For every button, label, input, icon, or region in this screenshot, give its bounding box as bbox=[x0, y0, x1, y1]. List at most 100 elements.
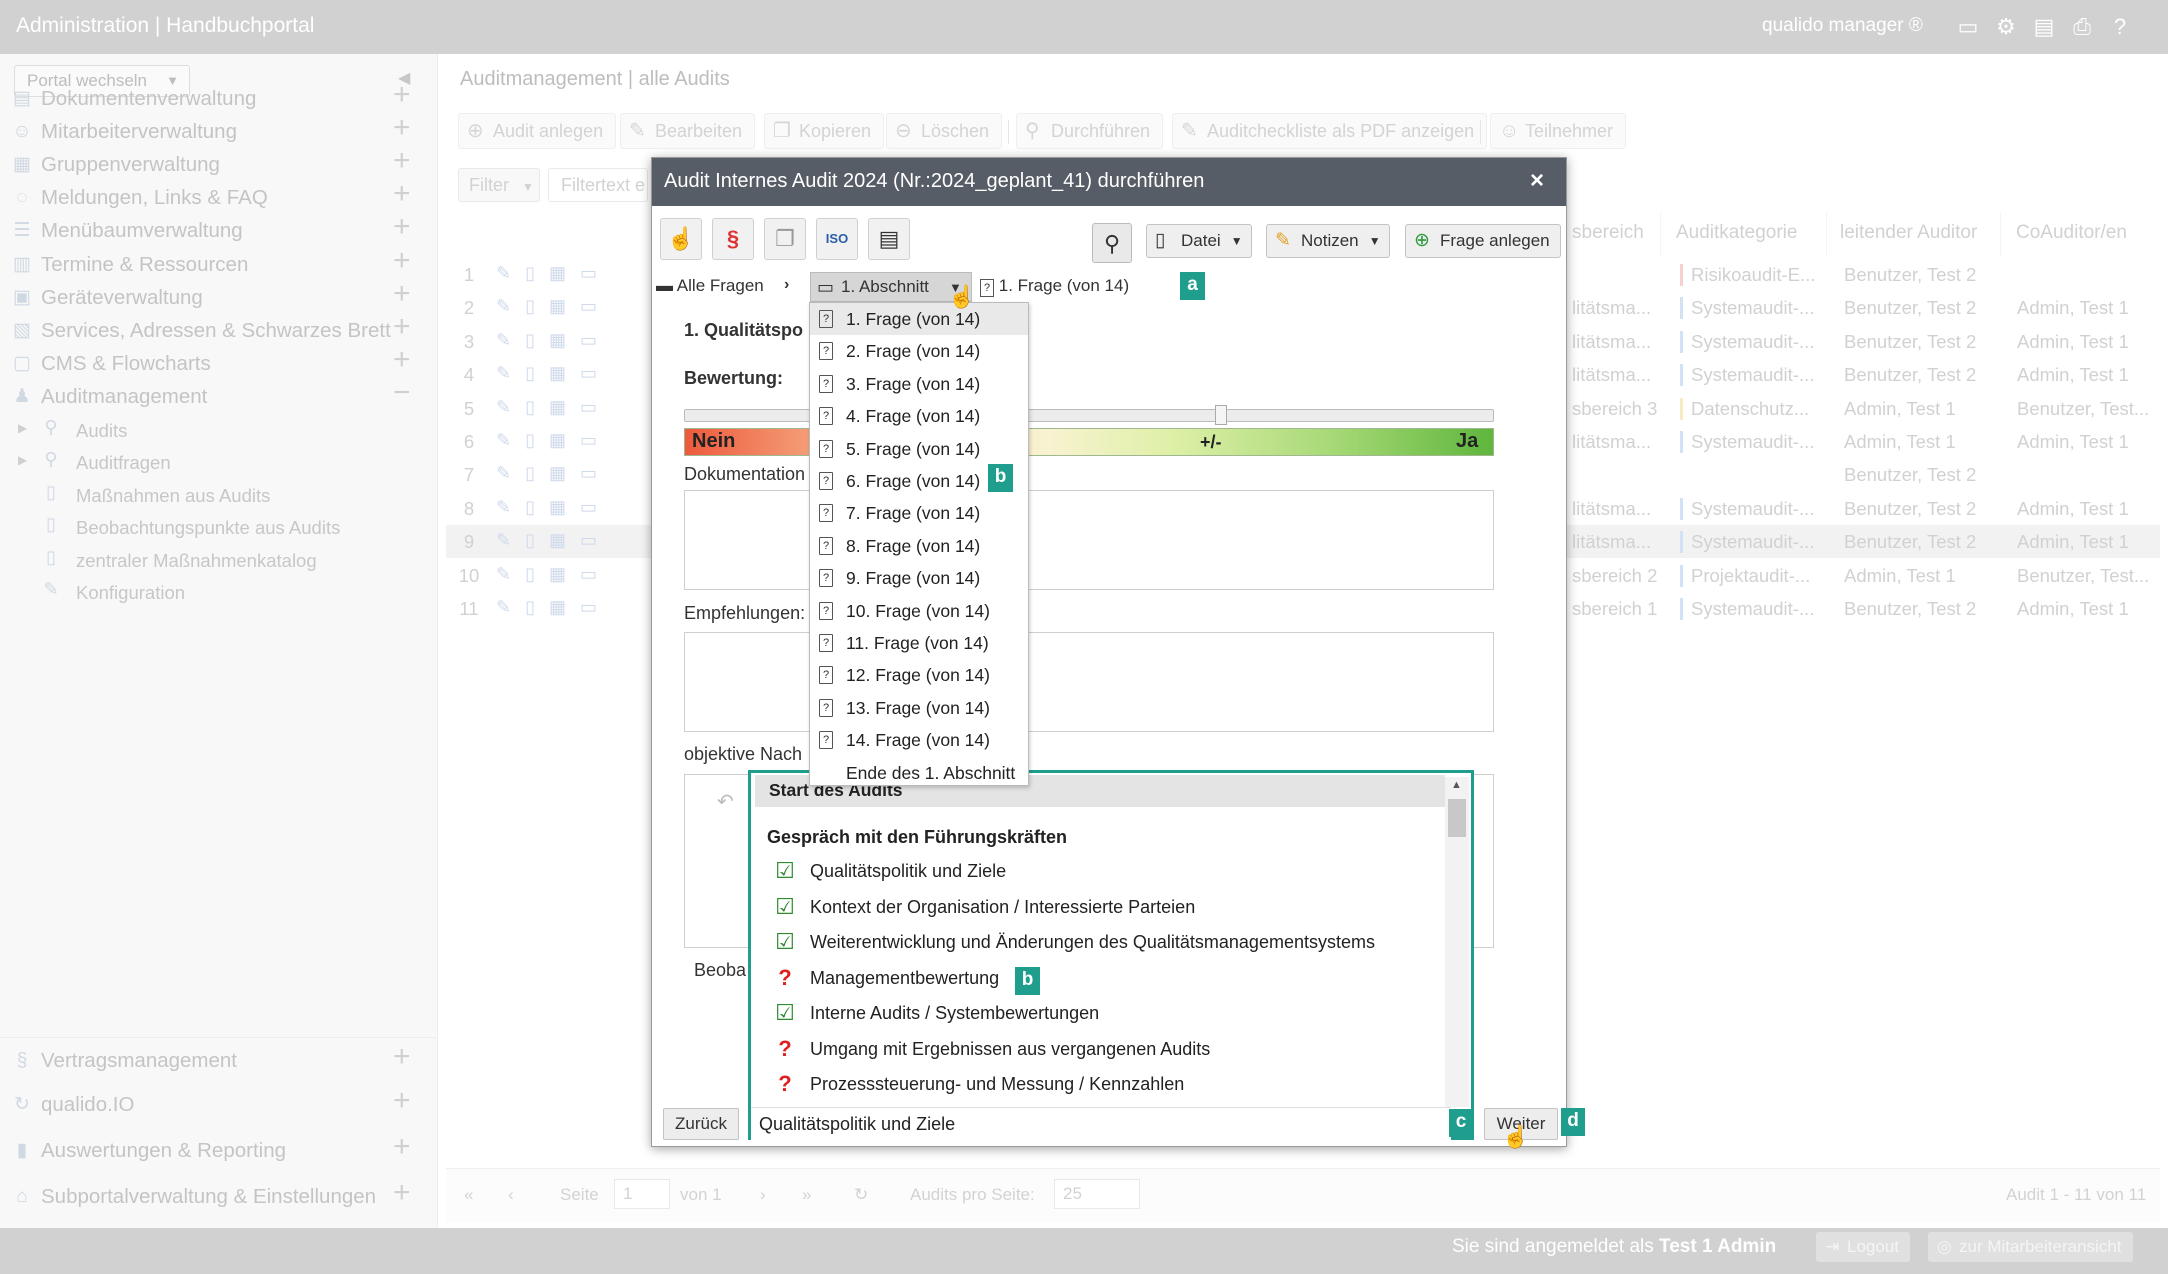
breadcrumb-current-question: ? 1. Frage (von 14) bbox=[980, 276, 1129, 297]
overview-item-label: Qualitätspolitik und Ziele bbox=[810, 861, 1007, 881]
back-button[interactable]: Zurück bbox=[663, 1108, 739, 1140]
rating-slider-handle[interactable] bbox=[1215, 405, 1227, 425]
notes-menu-button[interactable]: ✎ Notizen ▼ bbox=[1266, 224, 1390, 258]
question-doc-icon: ? bbox=[819, 472, 833, 490]
breadcrumb-all-label: Alle Fragen bbox=[676, 276, 764, 295]
chevron-down-icon: ▼ bbox=[1230, 234, 1243, 248]
file-icon: ▯ bbox=[1155, 230, 1166, 251]
question-mark-icon: ? bbox=[778, 1071, 792, 1096]
overview-item-label: Kontext der Organisation / Interessierte… bbox=[810, 896, 1196, 917]
dropdown-question-item[interactable]: ? 7. Frage (von 14) bbox=[810, 497, 1028, 529]
dropdown-question-item[interactable]: ? 2. Frage (von 14) bbox=[810, 335, 1028, 367]
annotation-badge-b: b bbox=[1015, 967, 1040, 995]
close-icon[interactable]: × bbox=[1530, 167, 1544, 195]
paragraph-icon[interactable]: § bbox=[712, 218, 754, 260]
question-doc-icon: ? bbox=[819, 601, 833, 620]
folder-open-icon: ▭ bbox=[817, 277, 835, 297]
scale-mid-label: +/- bbox=[1200, 432, 1222, 452]
overview-question-item[interactable]: ☑ Qualitätspolitik und Ziele bbox=[773, 857, 1433, 889]
mouse-cursor-icon: ☝ bbox=[948, 284, 976, 309]
file-menu-button[interactable]: ▯ Datei ▼ bbox=[1146, 224, 1252, 258]
annotation-badge-d: d bbox=[1561, 1108, 1585, 1136]
dropdown-item-label: 11. Frage (von 14) bbox=[846, 633, 989, 653]
dropdown-item-label: Ende des 1. Abschnitt bbox=[846, 762, 1016, 783]
documentation-field[interactable] bbox=[684, 490, 1494, 590]
dropdown-item-label: 13. Frage (von 14) bbox=[846, 697, 990, 718]
annotation-badge-c: c bbox=[1449, 1109, 1473, 1137]
question-doc-icon: ? bbox=[819, 731, 833, 750]
overview-item-label: Weiterentwicklung und Änderungen des Qua… bbox=[810, 932, 1375, 952]
overview-item-label: Prozesssteuerung- und Messung / Kennzahl… bbox=[810, 1074, 1185, 1094]
scroll-thumb[interactable] bbox=[1448, 799, 1466, 837]
dropdown-item-label: 5. Frage (von 14) bbox=[846, 438, 981, 459]
overview-question-item[interactable]: ? Managementbewertung bbox=[773, 964, 1433, 996]
overview-question-item[interactable]: ☑ Weiterentwicklung und Änderungen des Qu… bbox=[773, 928, 1433, 960]
scale-low-label: Nein bbox=[692, 430, 736, 452]
add-question-button[interactable]: ⊕ Frage anlegen bbox=[1405, 224, 1561, 258]
dropdown-item-label: 12. Frage (von 14) bbox=[846, 665, 990, 686]
dialog-header: Audit Internes Audit 2024 (Nr.:2024_gepl… bbox=[652, 158, 1566, 206]
dropdown-question-item[interactable]: ? 13. Frage (von 14) bbox=[810, 692, 1028, 724]
overview-item-label: Umgang mit Ergebnissen aus vergangenen A… bbox=[810, 1038, 1211, 1059]
overview-item-label: Managementbewertung bbox=[810, 967, 1000, 988]
checked-box-icon: ☑ bbox=[775, 929, 795, 954]
documentation-label: Dokumentation bbox=[684, 464, 806, 484]
question-mark-icon: ? bbox=[778, 964, 792, 990]
dropdown-question-item[interactable]: ? 14. Frage (von 14) bbox=[810, 724, 1028, 756]
dropdown-item-label: 3. Frage (von 14) bbox=[846, 373, 981, 394]
question-doc-icon: ? bbox=[819, 407, 833, 426]
clipboard-icon[interactable]: ❐ bbox=[764, 218, 806, 260]
dropdown-item-label: 7. Frage (von 14) bbox=[846, 503, 981, 524]
dropdown-question-item[interactable]: ? 10. Frage (von 14) bbox=[810, 595, 1028, 627]
search-icon[interactable]: ⚲ bbox=[1092, 223, 1132, 263]
undo-icon[interactable]: ↶ bbox=[717, 789, 734, 814]
dropdown-item-label: 2. Frage (von 14) bbox=[846, 341, 981, 362]
checked-box-icon: ☑ bbox=[775, 893, 795, 919]
dropdown-question-item[interactable]: ? 9. Frage (von 14) bbox=[810, 562, 1028, 594]
question-doc-icon: ? bbox=[819, 569, 833, 588]
dropdown-section-end-item[interactable]: Ende des 1. Abschnitt bbox=[810, 757, 1028, 789]
chevron-down-icon: ▼ bbox=[1368, 234, 1381, 248]
dropdown-item-label: 6. Frage (von 14) bbox=[846, 471, 981, 491]
breadcrumb-question-label: 1. Frage (von 14) bbox=[998, 276, 1130, 295]
dropdown-question-item[interactable]: ? 4. Frage (von 14) bbox=[810, 400, 1028, 432]
dropdown-question-item[interactable]: ? 8. Frage (von 14) bbox=[810, 530, 1028, 562]
dropdown-question-item[interactable]: ? 5. Frage (von 14) bbox=[810, 433, 1028, 465]
question-overview-panel: Start des Audits ▲ Gespräch mit den Führ… bbox=[748, 770, 1474, 1141]
question-doc-icon: ? bbox=[819, 342, 833, 361]
dropdown-question-item[interactable]: ? 3. Frage (von 14) bbox=[810, 368, 1028, 400]
dropdown-question-item[interactable]: ? 1. Frage (von 14) bbox=[810, 303, 1028, 335]
scale-high-label: Ja bbox=[1456, 430, 1479, 452]
dropdown-question-item[interactable]: ? 12. Frage (von 14) bbox=[810, 659, 1028, 691]
breadcrumb-all-questions[interactable]: ▬ Alle Fragen bbox=[656, 276, 764, 296]
question-mark-icon: ? bbox=[778, 1035, 792, 1061]
overview-question-item[interactable]: ? Umgang mit Ergebnissen aus vergangenen … bbox=[773, 1035, 1433, 1067]
iso-icon[interactable]: ISO bbox=[816, 218, 858, 260]
checklist-icon[interactable]: ▤ bbox=[868, 218, 910, 260]
recommendations-field[interactable] bbox=[684, 632, 1494, 732]
question-doc-icon: ? bbox=[819, 310, 833, 328]
question-doc-icon: ? bbox=[980, 279, 994, 297]
overview-scrollbar[interactable]: ▲ bbox=[1445, 777, 1469, 1107]
question-doc-icon: ? bbox=[819, 374, 833, 393]
hand-pointer-icon[interactable]: ☝ bbox=[660, 218, 702, 260]
question-doc-icon: ? bbox=[819, 666, 833, 685]
question-dropdown-menu: ? 1. Frage (von 14)? 2. Frage (von 14)? 3. … bbox=[809, 302, 1029, 786]
observations-label: Beoba bbox=[694, 960, 747, 980]
question-heading: 1. Qualitätspo bbox=[684, 320, 804, 340]
checked-box-icon: ☑ bbox=[775, 1000, 795, 1025]
rating-slider[interactable] bbox=[684, 409, 1494, 422]
dropdown-question-item[interactable]: ? 11. Frage (von 14) bbox=[810, 627, 1028, 659]
chevron-right-icon: › bbox=[784, 276, 790, 293]
mouse-cursor-icon: ☝ bbox=[1502, 1124, 1530, 1149]
app-window: Administration | Handbuchportal qualido … bbox=[0, 0, 2168, 1274]
scroll-up-icon[interactable]: ▲ bbox=[1451, 779, 1462, 791]
overview-question-item[interactable]: ? Prozesssteuerung- und Messung / Kennzah… bbox=[773, 1070, 1433, 1102]
current-question-field[interactable]: Qualitätspolitik und Ziele bbox=[751, 1107, 1451, 1141]
overview-question-item[interactable]: ☑ Interne Audits / Systembewertungen bbox=[773, 999, 1433, 1031]
rating-label: Bewertung: bbox=[684, 368, 783, 388]
notes-icon: ✎ bbox=[1275, 230, 1291, 251]
add-question-label: Frage anlegen bbox=[1440, 231, 1550, 250]
overview-question-item[interactable]: ☑ Kontext der Organisation / Interessiert… bbox=[773, 893, 1433, 925]
plus-circle-icon: ⊕ bbox=[1414, 230, 1430, 251]
